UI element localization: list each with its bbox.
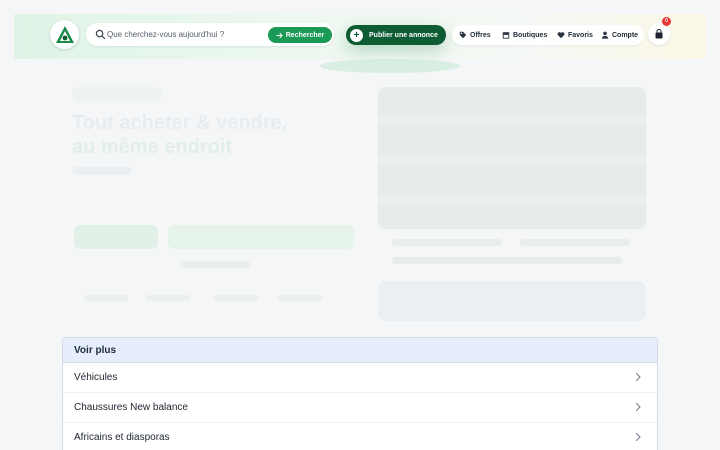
user-icon <box>601 31 609 39</box>
hero-title-line2: au même endroit <box>72 136 233 158</box>
hero-subtitle-placeholder <box>72 167 132 175</box>
heart-icon <box>557 32 565 39</box>
hero-primary-cta <box>74 225 158 249</box>
nav-item-favoris[interactable]: Favoris <box>557 25 593 45</box>
hero-section: Tout acheter & vendre, au même endroit <box>0 59 720 339</box>
chevron-right-icon <box>635 372 641 382</box>
top-header: Rechercher + Publier une annonce Offres … <box>14 14 706 59</box>
hero-stat <box>84 295 128 301</box>
search-input[interactable] <box>107 27 257 42</box>
dropdown-item-vehicules[interactable]: Véhicules <box>63 363 657 393</box>
hero-caption <box>392 239 502 246</box>
nav-item-compte[interactable]: Compte <box>601 25 638 45</box>
dropdown-item-label: Africains et diasporas <box>74 432 170 443</box>
store-icon <box>502 32 510 39</box>
hero-caption <box>392 257 622 264</box>
publish-ad-button[interactable]: + Publier une annonce <box>346 25 446 45</box>
hero-pill <box>72 87 162 101</box>
site-logo[interactable] <box>50 20 79 49</box>
hero-title: Tout acheter & vendre, au même endroit <box>72 111 287 159</box>
hero-stat <box>278 295 322 301</box>
hero-glow <box>320 59 460 73</box>
nav-label-offres: Offres <box>470 31 491 39</box>
dropdown-header-label: Voir plus <box>74 344 117 356</box>
hero-small-text <box>180 261 250 268</box>
cart-count-badge: 0 <box>662 17 671 26</box>
main-nav: Offres Boutiques Favoris Compte <box>452 25 644 45</box>
chevron-right-icon <box>635 402 641 412</box>
publish-ad-label: Publier une annonce <box>369 31 438 39</box>
nav-label-favoris: Favoris <box>568 31 593 39</box>
nav-label-compte: Compte <box>612 31 639 39</box>
dropdown-item-africains[interactable]: Africains et diasporas <box>63 423 657 450</box>
dropdown-item-label: Véhicules <box>74 372 118 383</box>
tag-icon <box>459 31 467 39</box>
cart-button[interactable]: 0 <box>648 17 671 45</box>
search-button[interactable]: Rechercher <box>268 27 332 43</box>
hero-stat <box>214 295 258 301</box>
category-dropdown: Voir plus Véhicules Chaussures New balan… <box>62 337 658 450</box>
hero-secondary-cta <box>168 225 354 249</box>
dropdown-item-chaussures[interactable]: Chaussures New balance <box>63 393 657 423</box>
hero-caption <box>520 239 630 246</box>
hero-info-box <box>378 281 646 321</box>
arrow-right-icon <box>276 32 283 38</box>
plus-icon: + <box>350 28 363 42</box>
logo-icon <box>55 25 74 43</box>
chevron-right-icon <box>635 432 641 442</box>
nav-item-boutiques[interactable]: Boutiques <box>502 25 547 45</box>
nav-label-boutiques: Boutiques <box>513 31 548 39</box>
search-button-label: Rechercher <box>285 31 325 39</box>
dropdown-item-label: Chaussures New balance <box>74 402 188 413</box>
dropdown-header[interactable]: Voir plus <box>63 338 657 363</box>
hero-stat <box>146 295 190 301</box>
hero-title-line1: Tout acheter & vendre, <box>72 112 288 134</box>
search-icon <box>95 29 106 40</box>
shopping-bag-icon <box>655 29 663 39</box>
nav-item-offres[interactable]: Offres <box>459 25 491 45</box>
hero-image <box>378 87 646 229</box>
